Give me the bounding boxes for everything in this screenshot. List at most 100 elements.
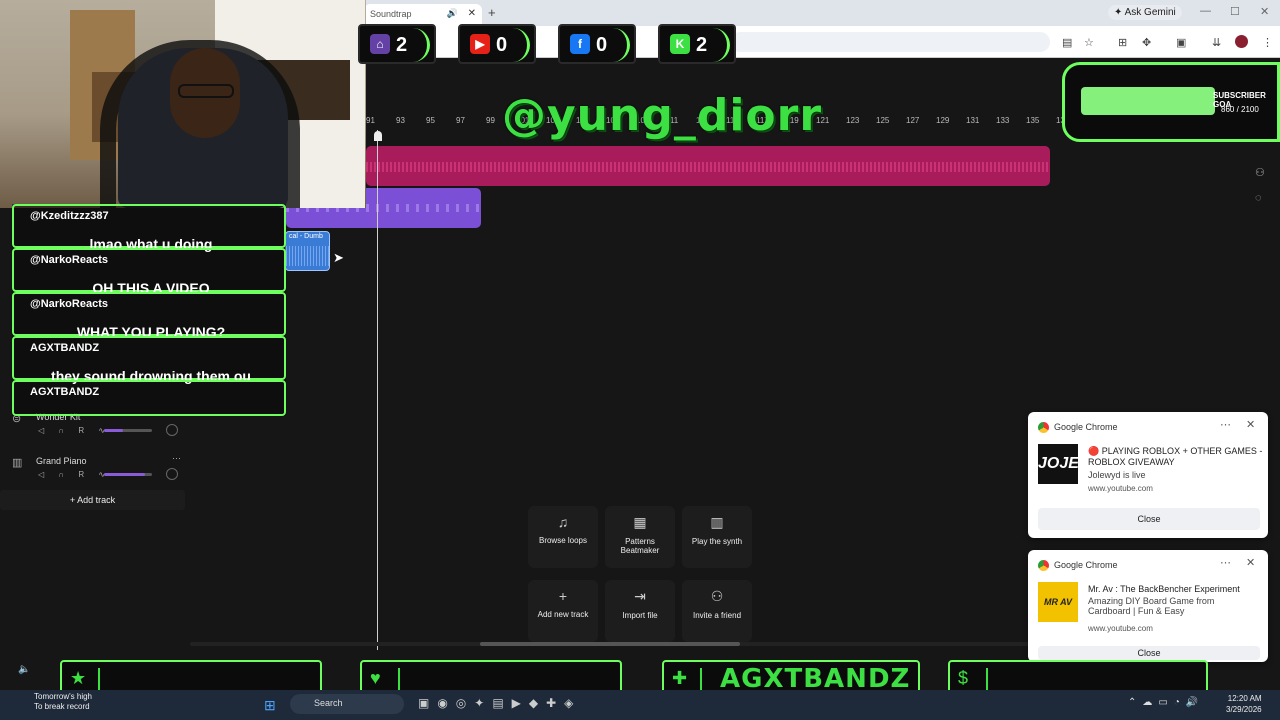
window-close-icon[interactable]: ✕	[1260, 5, 1269, 18]
bar-separator	[986, 668, 988, 690]
taskbar-clock[interactable]: 12:20 AM 3/29/2026	[1226, 693, 1262, 715]
clock-date: 3/29/2026	[1226, 705, 1262, 714]
piano-icon: ▥	[12, 457, 23, 469]
bar-separator	[398, 668, 400, 690]
counter-value: 2	[396, 34, 408, 56]
browser-tab[interactable]: Soundtrap 🔊 ✕	[364, 4, 482, 26]
youtube-icon: ▶	[470, 34, 490, 54]
taskbar-pinned-apps[interactable]: ▣◉◎✦▤▶◆✚◈	[418, 696, 581, 710]
audio-clip-pink[interactable]	[366, 146, 1050, 186]
mouse-pointer-icon: ➤	[333, 250, 344, 265]
comment-icon[interactable]: ◌	[1255, 192, 1262, 204]
minimize-icon[interactable]: —	[1200, 5, 1211, 17]
close-icon[interactable]: ✕	[1246, 418, 1255, 431]
swoosh-decoration	[612, 28, 630, 62]
notification-url: www.youtube.com	[1088, 624, 1153, 633]
bar-separator	[98, 668, 100, 690]
windows-taskbar	[0, 690, 1280, 720]
browser-menu-icon[interactable]: ⋮	[1262, 36, 1273, 49]
profile-avatar[interactable]	[1235, 35, 1248, 48]
music-note-icon: ♫	[557, 514, 569, 530]
search-label: Search	[314, 698, 343, 708]
extension-icon[interactable]: ⊞	[1118, 36, 1127, 49]
system-tray-icons[interactable]: ⌃☁▭◔🔊	[1128, 697, 1204, 708]
twitch-icon: ⌂	[370, 34, 390, 54]
pan-knob[interactable]	[166, 468, 178, 480]
puzzle-icon[interactable]: ✥	[1142, 36, 1151, 49]
action-label: Add new track	[537, 610, 589, 619]
chrome-notification[interactable]: Google Chrome ⋯ ✕ JOJE 🔴 PLAYING ROBLOX …	[1028, 412, 1268, 538]
notification-thumbnail: JOJE	[1038, 444, 1079, 484]
new-tab-icon[interactable]: +	[488, 5, 496, 20]
ruler-tick: 95	[426, 116, 435, 125]
add-new-track-button[interactable]: + Add new track	[528, 580, 598, 642]
chat-message: AGXTBANDZ	[12, 380, 286, 416]
ruler-tick: 123	[846, 116, 860, 125]
ruler-tick: 93	[396, 116, 405, 125]
reading-mode-icon[interactable]: ▤	[1062, 36, 1072, 49]
weather-widget[interactable]: Tomorrow's high To break record	[34, 692, 92, 712]
swoosh-decoration	[412, 28, 430, 62]
ruler-tick: 131	[966, 116, 980, 125]
track-volume-slider[interactable]	[104, 429, 152, 432]
track-volume-slider[interactable]	[104, 473, 152, 476]
import-icon: ⇥	[634, 588, 646, 604]
chat-message: @NarkoReacts WHAT YOU PLAYING?	[12, 292, 286, 340]
bookmark-star-icon[interactable]: ☆	[1084, 36, 1094, 49]
weather-line-1: Tomorrow's high	[34, 692, 92, 701]
screen: Soundtrap 🔊 ✕ + ✦ Ask Gemini — ☐ ✕ ▤ ☆ ⊞…	[0, 0, 1280, 720]
url-field[interactable]	[730, 32, 1050, 52]
more-options-icon[interactable]: ⋯	[1220, 418, 1231, 431]
clock-time: 12:20 AM	[1227, 694, 1262, 703]
notification-close-button[interactable]: Close	[1038, 646, 1260, 660]
add-track-button[interactable]: + Add track	[0, 490, 185, 510]
tab-close-icon[interactable]: ✕	[468, 8, 476, 19]
close-icon[interactable]: ✕	[1246, 556, 1255, 569]
horizontal-scrollbar[interactable]	[480, 642, 740, 646]
track-controls[interactable]: ◁ ∩ R ∿	[38, 426, 111, 435]
subscriber-goal-bar	[1081, 87, 1215, 115]
notification-app: Google Chrome	[1054, 422, 1118, 432]
ruler-tick: 129	[936, 116, 950, 125]
play-synth-button[interactable]: ▥ Play the synth	[682, 506, 752, 568]
windows-start-icon[interactable]: ⊞	[264, 697, 276, 714]
ruler-tick: 125	[876, 116, 890, 125]
patterns-beatmaker-button[interactable]: ▦ Patterns Beatmaker	[605, 506, 675, 568]
notification-app: Google Chrome	[1054, 560, 1118, 570]
ask-gemini-button[interactable]: ✦ Ask Gemini	[1108, 5, 1182, 20]
audio-clip-blue[interactable]: cal - Dumb	[285, 231, 330, 271]
pan-knob[interactable]	[166, 424, 178, 436]
chat-username: @Kzeditzzz387	[30, 210, 109, 222]
playhead	[377, 130, 378, 650]
action-label: Import file	[622, 611, 658, 620]
playhead-handle[interactable]	[374, 131, 382, 141]
track-name: Grand Piano	[36, 456, 87, 466]
taskbar-search[interactable]: Search	[290, 694, 404, 714]
action-label: Patterns Beatmaker	[620, 537, 660, 555]
chat-username: AGXTBANDZ	[30, 386, 100, 398]
tab-audio-icon[interactable]: 🔊	[447, 8, 458, 19]
more-options-icon[interactable]: ⋯	[1220, 556, 1231, 569]
clip-label: cal - Dumb	[289, 233, 323, 240]
heart-icon: ♥	[370, 668, 381, 688]
subscriber-goal-count: 860 / 2100	[1221, 105, 1259, 114]
chrome-notification[interactable]: Google Chrome ⋯ ✕ MR AV Mr. Av : The Bac…	[1028, 550, 1268, 662]
counter-value: 0	[596, 34, 608, 56]
downloads-icon[interactable]: ⇊	[1212, 36, 1221, 49]
chat-message: @Kzeditzzz387 lmao what u doing	[12, 204, 286, 252]
browse-loops-button[interactable]: ♫ Browse loops	[528, 506, 598, 568]
chrome-icon	[1038, 422, 1049, 433]
track-controls[interactable]: ◁ ∩ R ∿	[38, 470, 111, 479]
track-menu-icon[interactable]: ⋯	[172, 453, 181, 464]
maximize-icon[interactable]: ☐	[1230, 5, 1240, 18]
kick-icon: K	[670, 34, 690, 54]
collaborators-icon[interactable]: ⚇	[1255, 166, 1265, 179]
import-file-button[interactable]: ⇥ Import file	[605, 580, 675, 642]
invite-friend-button[interactable]: ⚇ Invite a friend	[682, 580, 752, 642]
action-label: Browse loops	[538, 536, 588, 545]
tab-search-icon[interactable]: ▣	[1176, 36, 1186, 49]
notification-close-button[interactable]: Close	[1038, 508, 1260, 530]
weather-line-2: To break record	[34, 702, 90, 711]
volume-icon[interactable]: 🔈	[18, 664, 30, 675]
chat-message: @NarkoReacts OH THIS A VIDEO	[12, 248, 286, 296]
